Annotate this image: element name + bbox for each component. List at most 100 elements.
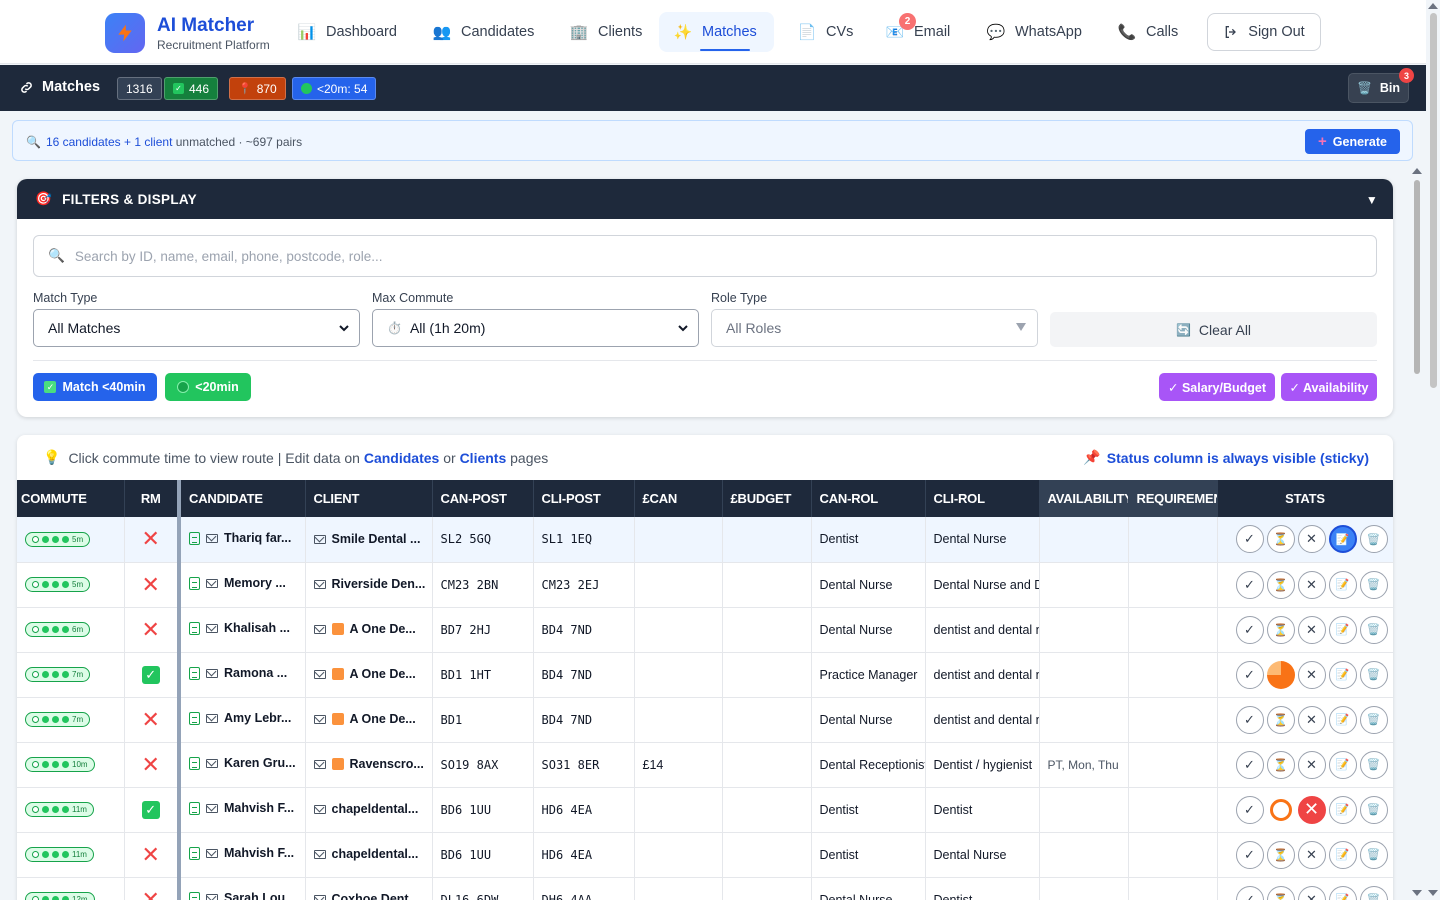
pending-button[interactable]: [1269, 798, 1292, 821]
table-row[interactable]: 11m ✓ Mahvish F... chapeldental... BD6 1UU HD…: [17, 787, 1393, 833]
table-row[interactable]: 10m ✕ Karen Gru... Ravenscro... SO19 8AX SO31…: [17, 742, 1393, 788]
collapse-caret-icon[interactable]: ▼: [1366, 193, 1378, 207]
envelope-icon[interactable]: [206, 848, 218, 858]
commute-badge[interactable]: 5m: [25, 531, 91, 547]
table-row[interactable]: 7m ✕ Amy Lebr... A One De... BD1 BD4 7ND Denta…: [17, 697, 1393, 743]
scroll-up-arrow-icon[interactable]: [1412, 168, 1422, 174]
table-row[interactable]: 6m ✕ Khalisah ... A One De... BD7 2HJ BD4 7ND…: [17, 607, 1393, 653]
inner-scrollbar[interactable]: [1412, 166, 1422, 900]
delete-button[interactable]: 🗑️: [1359, 660, 1388, 689]
column-header[interactable]: CAN-ROL: [811, 480, 926, 517]
envelope-icon[interactable]: [206, 713, 218, 723]
reject-button[interactable]: ✕: [1297, 840, 1326, 869]
commute-cell[interactable]: 11m: [17, 787, 125, 833]
commute-badge[interactable]: 11m: [25, 802, 94, 817]
cv-document-icon[interactable]: [189, 846, 200, 860]
scroll-down-arrow-icon[interactable]: [1428, 890, 1438, 896]
rm-cell[interactable]: ✕: [124, 877, 180, 900]
page-scrollbar[interactable]: [1426, 0, 1440, 900]
envelope-icon[interactable]: [313, 624, 326, 634]
generate-button[interactable]: + Generate: [1305, 129, 1400, 154]
nav-calls[interactable]: 📞 Calls: [1103, 12, 1192, 52]
candidate-cell[interactable]: Karen Gru...: [177, 742, 306, 788]
envelope-icon[interactable]: [313, 714, 326, 724]
hourglass-button[interactable]: ⏳: [1266, 615, 1295, 644]
candidate-cell[interactable]: Mahvish F...: [177, 787, 306, 833]
column-header[interactable]: COMMUTE: [17, 480, 125, 517]
column-header[interactable]: CLI-POST: [533, 480, 635, 517]
nav-candidates[interactable]: 👥 Candidates: [418, 12, 548, 52]
envelope-icon[interactable]: [313, 669, 326, 679]
availability-toggle[interactable]: ✓ Availability: [1281, 373, 1377, 401]
approve-button[interactable]: ✓: [1235, 795, 1264, 824]
column-header[interactable]: CAN-POST: [432, 480, 534, 517]
notes-button[interactable]: 📝: [1328, 660, 1357, 689]
envelope-icon[interactable]: [313, 894, 326, 900]
notes-button[interactable]: 📝: [1328, 705, 1357, 734]
commute-cell[interactable]: 5m: [17, 562, 125, 608]
approve-button[interactable]: ✓: [1235, 705, 1264, 734]
hourglass-button[interactable]: ⏳: [1266, 705, 1295, 734]
envelope-icon[interactable]: [313, 849, 326, 859]
candidates-link[interactable]: Candidates: [364, 450, 439, 466]
table-row[interactable]: 5m ✕ Thariq far... Smile Dental ... SL2 5GQ S…: [17, 517, 1393, 563]
cv-document-icon[interactable]: [189, 891, 200, 900]
approve-button[interactable]: ✓: [1235, 570, 1264, 599]
hourglass-button[interactable]: ⏳: [1266, 750, 1295, 779]
commute-cell[interactable]: 10m: [17, 742, 125, 788]
hourglass-button[interactable]: ⏳: [1266, 570, 1295, 599]
notes-button[interactable]: 📝: [1328, 840, 1357, 869]
column-header[interactable]: STATS: [1217, 480, 1393, 517]
table-row[interactable]: 5m ✕ Memory ... Riverside Den... CM23 2BN CM2…: [17, 562, 1393, 608]
notes-button[interactable]: 📝: [1328, 615, 1357, 644]
client-cell[interactable]: A One De...: [305, 607, 433, 653]
clear-all-button[interactable]: 🔄 Clear All: [1050, 312, 1377, 347]
client-cell[interactable]: Ravenscro...: [305, 742, 433, 788]
approve-button[interactable]: ✓: [1235, 660, 1264, 689]
column-header[interactable]: £BUDGET: [722, 480, 812, 517]
column-header[interactable]: AVAILABILITY: [1039, 480, 1129, 517]
cv-document-icon[interactable]: [189, 801, 200, 815]
rm-cell[interactable]: ✕: [124, 517, 180, 563]
envelope-icon[interactable]: [313, 579, 326, 589]
envelope-icon[interactable]: [313, 759, 326, 769]
cv-document-icon[interactable]: [189, 531, 200, 545]
delete-button[interactable]: 🗑️: [1359, 705, 1388, 734]
rm-cell[interactable]: ✕: [124, 697, 180, 743]
commute-cell[interactable]: 5m: [17, 517, 125, 563]
client-cell[interactable]: chapeldental...: [305, 787, 433, 833]
pinned-chip[interactable]: 📍 870: [229, 77, 286, 100]
notes-button[interactable]: 📝: [1328, 570, 1357, 599]
match-type-select[interactable]: All Matches: [33, 309, 360, 347]
delete-button[interactable]: 🗑️: [1359, 885, 1388, 900]
commute-cell[interactable]: 11m: [17, 832, 125, 878]
commute-badge[interactable]: 10m: [25, 757, 95, 772]
rm-cell[interactable]: ✕: [124, 607, 180, 653]
nav-matches[interactable]: ✨ Matches: [659, 12, 774, 52]
rm-cell[interactable]: ✕: [124, 562, 180, 608]
approve-button[interactable]: ✓: [1235, 750, 1264, 779]
envelope-icon[interactable]: [206, 893, 218, 900]
notes-button[interactable]: 📝: [1328, 750, 1357, 779]
commute-badge[interactable]: 5m: [25, 577, 91, 592]
delete-button[interactable]: 🗑️: [1359, 750, 1388, 779]
candidate-cell[interactable]: Mahvish F...: [177, 832, 306, 878]
candidate-cell[interactable]: Ramona ...: [177, 652, 306, 698]
column-header[interactable]: RM: [124, 480, 180, 517]
cv-document-icon[interactable]: [189, 711, 200, 725]
hourglass-button[interactable]: ⏳: [1266, 840, 1295, 869]
envelope-icon[interactable]: [313, 534, 326, 544]
commute-cell[interactable]: 12m: [17, 877, 125, 900]
table-row[interactable]: 7m ✓ Ramona ... A One De... BD1 1HT BD4 7ND Pr…: [17, 652, 1393, 698]
envelope-icon[interactable]: [206, 623, 218, 633]
candidate-cell[interactable]: Thariq far...: [177, 517, 306, 563]
nav-clients[interactable]: 🏢 Clients: [555, 12, 656, 52]
role-type-select[interactable]: All Roles: [711, 309, 1038, 347]
client-cell[interactable]: A One De...: [305, 697, 433, 743]
reject-button[interactable]: ✕: [1297, 660, 1326, 689]
reject-button[interactable]: ✕: [1297, 795, 1326, 824]
notes-button[interactable]: 📝: [1328, 525, 1357, 554]
reject-button[interactable]: ✕: [1297, 570, 1326, 599]
filters-header[interactable]: 🎯 FILTERS & DISPLAY ▼: [17, 179, 1393, 219]
reject-button[interactable]: ✕: [1297, 525, 1326, 554]
